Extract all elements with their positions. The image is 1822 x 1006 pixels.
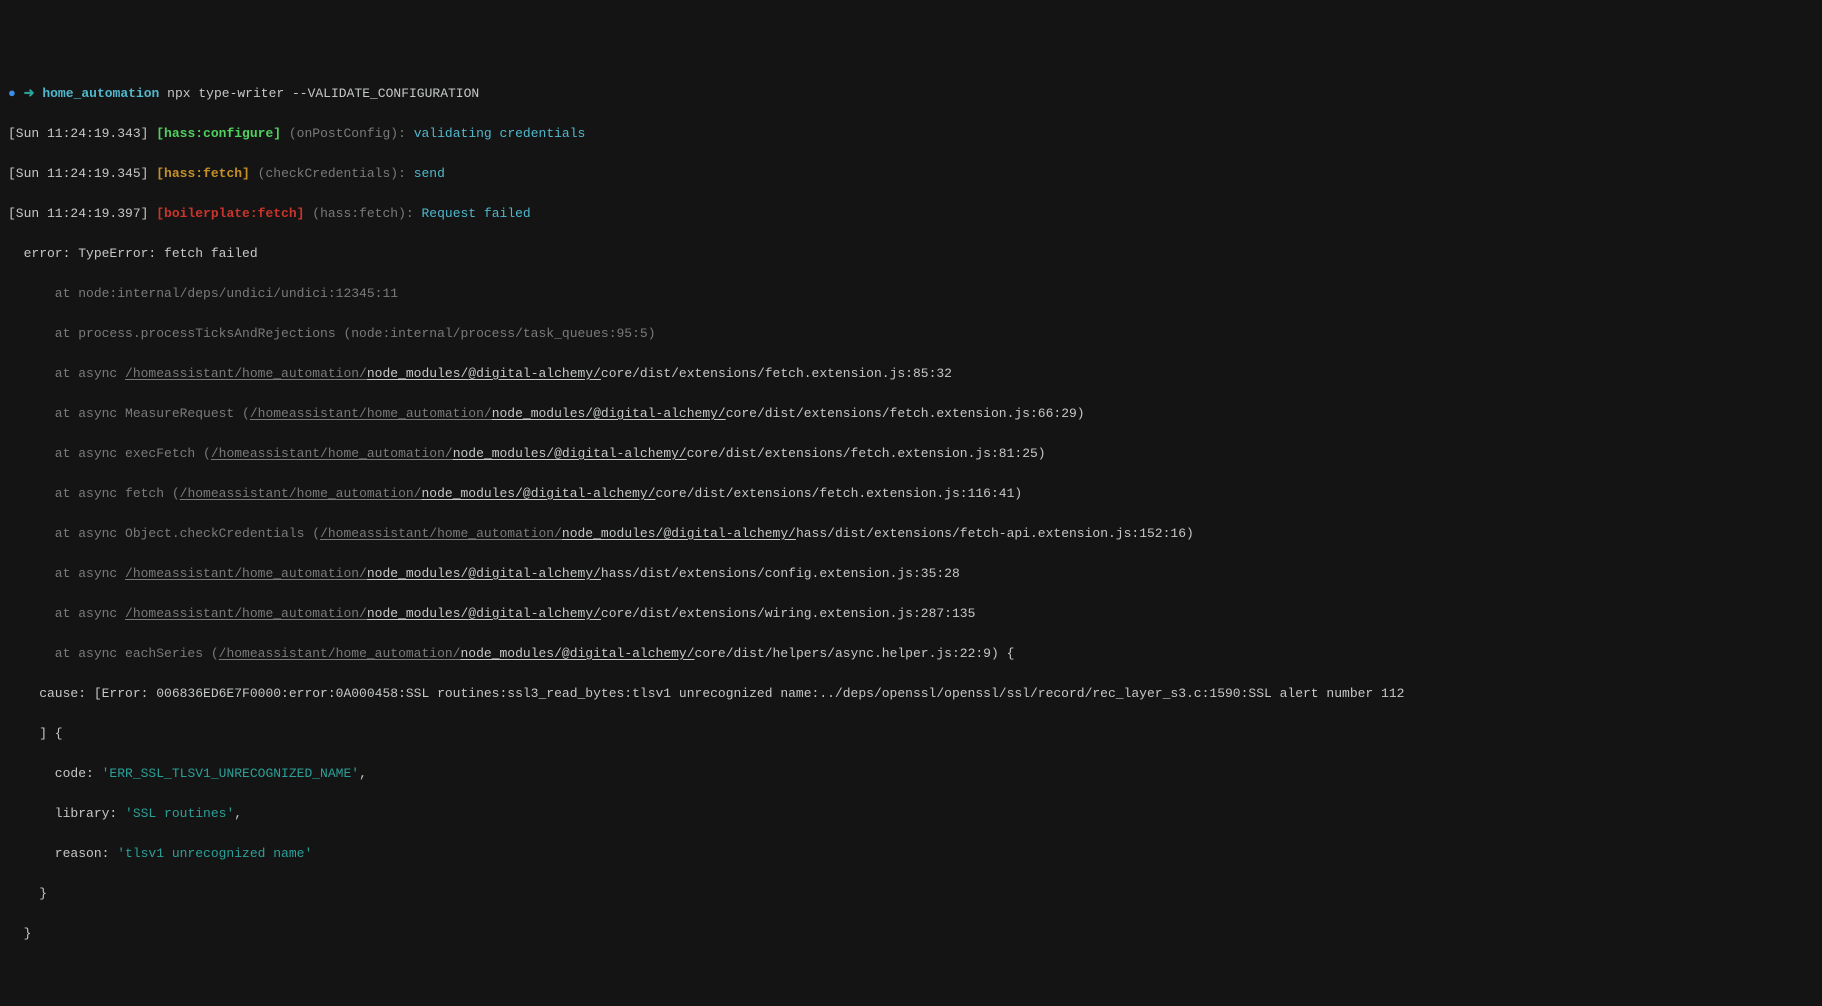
log-msg: Request failed [414,206,531,221]
field-value: 'SSL routines' [125,806,234,821]
stack-path: /homeassistant/home_automation/ [211,446,453,461]
log-tag: [hass:configure] [148,126,281,141]
log-timestamp: [Sun 11:24:19.343] [8,126,148,141]
log-sep: : [398,166,406,181]
stack-path: @digital-alchemy/ [663,526,796,541]
stack-line: at async /homeassistant/home_automation/… [8,604,1814,624]
log-line-1: [Sun 11:24:19.343] [hass:configure] (onP… [8,124,1814,144]
stack-path: node_modules/ [453,446,554,461]
stack-line: at async /homeassistant/home_automation/… [8,564,1814,584]
stack-path: node_modules/ [367,566,468,581]
stack-prefix: at async [8,606,125,621]
stack-path: /homeassistant/home_automation/ [320,526,562,541]
log-tag: [hass:fetch] [148,166,249,181]
field-value: 'ERR_SSL_TLSV1_UNRECOGNIZED_NAME' [102,766,359,781]
stack-prefix: at async MeasureRequest ( [8,406,250,421]
field-key: code: [8,766,102,781]
close-brace-line: } [8,924,1814,944]
stack-loc: core/dist/extensions/fetch.extension.js:… [601,366,952,381]
stack-path: node_modules/ [562,526,663,541]
stack-prefix: at async execFetch ( [8,446,211,461]
error-field-code: code: 'ERR_SSL_TLSV1_UNRECOGNIZED_NAME', [8,764,1814,784]
error-field-library: library: 'SSL routines', [8,804,1814,824]
log-msg: send [406,166,445,181]
stack-loc: hass/dist/extensions/config.extension.js… [601,566,960,581]
field-value: 'tlsv1 unrecognized name' [117,846,312,861]
stack-path: @digital-alchemy/ [593,406,726,421]
log-fn: (onPostConfig) [281,126,398,141]
stack-path: node_modules/ [492,406,593,421]
log-sep: : [406,206,414,221]
stack-path: @digital-alchemy/ [554,446,687,461]
stack-line: at async fetch (/homeassistant/home_auto… [8,484,1814,504]
stack-path: node_modules/ [460,646,561,661]
log-timestamp: [Sun 11:24:19.397] [8,206,148,221]
stack-loc: core/dist/extensions/fetch.extension.js:… [687,446,1046,461]
stack-loc: core/dist/extensions/fetch.extension.js:… [656,486,1023,501]
field-key: library: [8,806,125,821]
stack-path: /homeassistant/home_automation/ [180,486,422,501]
log-tag: [boilerplate:fetch] [148,206,304,221]
stack-line: at async MeasureRequest (/homeassistant/… [8,404,1814,424]
stack-loc: core/dist/extensions/wiring.extension.js… [601,606,975,621]
stack-path: /homeassistant/home_automation/ [125,566,367,581]
error-line: error: TypeError: fetch failed [8,244,1814,264]
stack-prefix: at async Object.checkCredentials ( [8,526,320,541]
stack-loc: hass/dist/extensions/fetch-api.extension… [796,526,1194,541]
log-line-3: [Sun 11:24:19.397] [boilerplate:fetch] (… [8,204,1814,224]
stack-path: @digital-alchemy/ [468,366,601,381]
stack-prefix: at async [8,366,125,381]
field-comma: , [359,766,367,781]
prompt-arrow-icon: ➜ [24,86,35,101]
error-field-reason: reason: 'tlsv1 unrecognized name' [8,844,1814,864]
stack-path: @digital-alchemy/ [523,486,656,501]
stack-path: node_modules/ [421,486,522,501]
stack-line: at async Object.checkCredentials (/homea… [8,524,1814,544]
stack-line: at process.processTicksAndRejections (no… [8,324,1814,344]
stack-prefix: at async fetch ( [8,486,180,501]
close-brace-line: } [8,884,1814,904]
stack-path: node_modules/ [367,606,468,621]
stack-path: @digital-alchemy/ [562,646,695,661]
stack-prefix: at async eachSeries ( [8,646,219,661]
log-sep: : [398,126,406,141]
log-fn: (checkCredentials) [250,166,398,181]
stack-loc: core/dist/helpers/async.helper.js:22:9) … [695,646,1015,661]
field-key: reason: [8,846,117,861]
log-msg: validating credentials [406,126,585,141]
log-timestamp: [Sun 11:24:19.345] [8,166,148,181]
log-fn: (hass:fetch) [304,206,405,221]
stack-path: @digital-alchemy/ [468,606,601,621]
stack-line: at async /homeassistant/home_automation/… [8,364,1814,384]
error-cause-line: cause: [Error: 006836ED6E7F0000:error:0A… [8,684,1814,704]
stack-path: /homeassistant/home_automation/ [125,366,367,381]
prompt-dot-icon: ● [8,86,16,101]
prompt-cwd: home_automation [35,86,160,101]
stack-path: @digital-alchemy/ [468,566,601,581]
prompt-line[interactable]: ● ➜ home_automation npx type-writer --VA… [8,84,1814,104]
field-comma: , [234,806,242,821]
stack-loc: core/dist/extensions/fetch.extension.js:… [726,406,1085,421]
error-bracket-line: ] { [8,724,1814,744]
stack-path: /homeassistant/home_automation/ [250,406,492,421]
prompt-command: npx type-writer --VALIDATE_CONFIGURATION [159,86,479,101]
stack-line: at async eachSeries (/homeassistant/home… [8,644,1814,664]
log-line-2: [Sun 11:24:19.345] [hass:fetch] (checkCr… [8,164,1814,184]
stack-line: at node:internal/deps/undici/undici:1234… [8,284,1814,304]
stack-path: node_modules/ [367,366,468,381]
stack-line: at async execFetch (/homeassistant/home_… [8,444,1814,464]
stack-prefix: at async [8,566,125,581]
stack-path: /homeassistant/home_automation/ [125,606,367,621]
stack-path: /homeassistant/home_automation/ [219,646,461,661]
